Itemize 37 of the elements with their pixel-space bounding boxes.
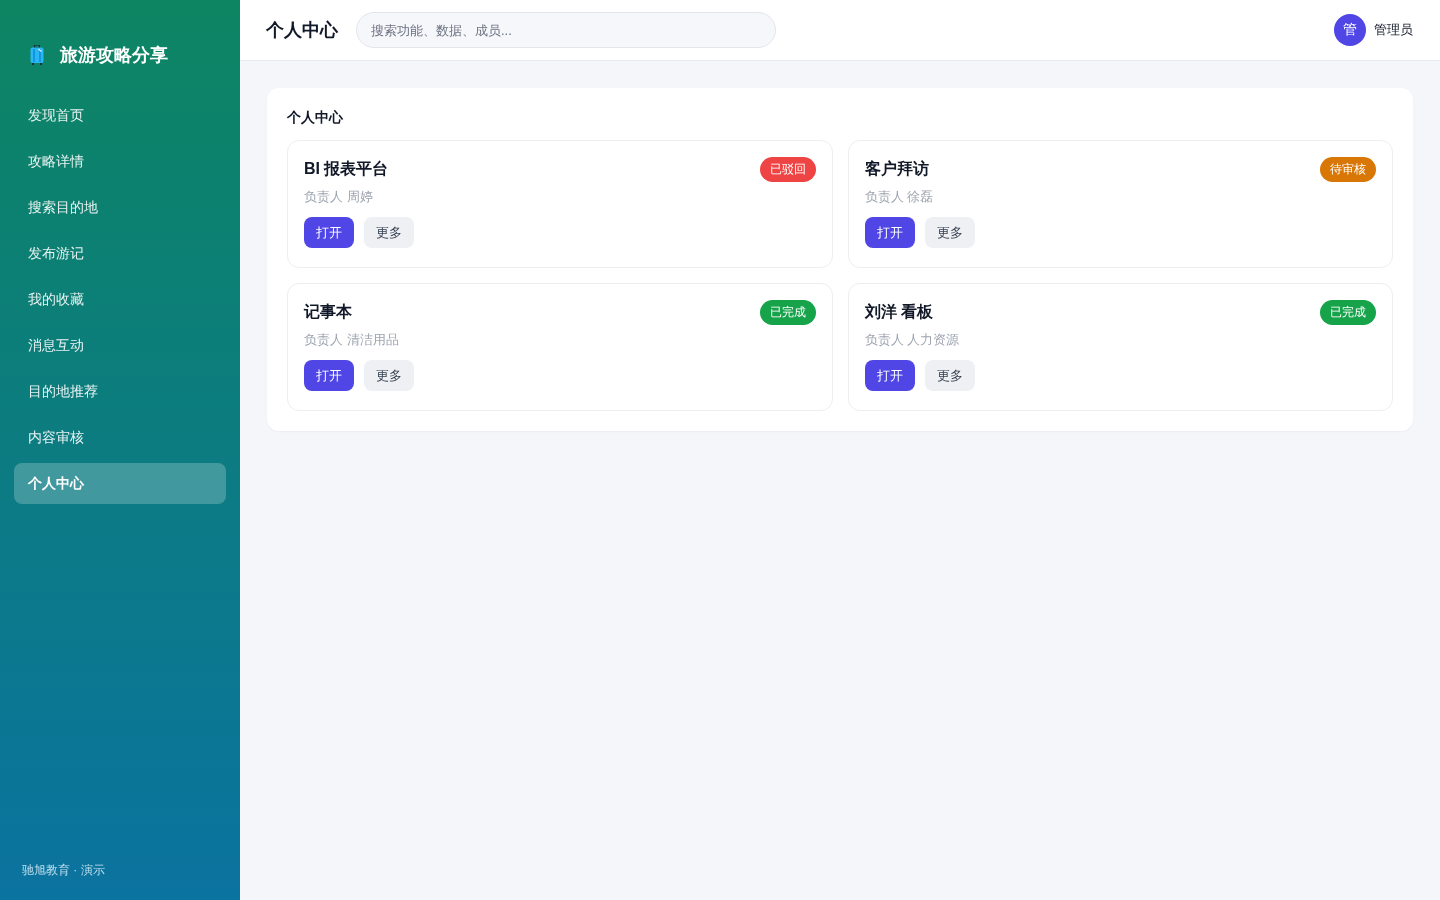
nav-item[interactable]: 搜索目的地 [14, 187, 226, 228]
owner-text: 负责人 人力资源 [864, 331, 960, 349]
open-button[interactable]: 打开 [304, 360, 354, 391]
status-badge: 待审核 [1320, 157, 1376, 182]
more-button[interactable]: 更多 [364, 360, 414, 391]
footer-text: 驰旭教育 · 演示 [21, 862, 106, 879]
status-badge: 已驳回 [759, 157, 816, 182]
card-title: 客户拜访 [864, 159, 929, 179]
more-button[interactable]: 更多 [924, 217, 975, 248]
owner-text: 负责人 周婷 [304, 188, 373, 206]
nav-item[interactable]: 内容审核 [14, 417, 226, 458]
nav-item[interactable]: 目的地推荐 [14, 371, 226, 412]
owner-text: 负责人 徐磊 [864, 188, 934, 206]
nav-item[interactable]: 我的收藏 [14, 279, 226, 320]
suitcase-icon [30, 45, 44, 65]
card-title: 记事本 [304, 302, 352, 322]
status-badge: 已完成 [759, 300, 816, 325]
open-button[interactable]: 打开 [864, 217, 915, 248]
owner-text: 负责人 清洁用品 [304, 331, 399, 349]
card-title: 刘洋 看板 [864, 302, 933, 322]
open-button[interactable]: 打开 [864, 360, 915, 391]
nav-item[interactable]: 消息互动 [14, 325, 226, 366]
panel-title: 个人中心 [287, 108, 343, 126]
app-title: 旅游攻略分享 [60, 44, 168, 66]
nav-item[interactable]: 发现首页 [14, 95, 226, 136]
nav-item[interactable]: 攻略详情 [14, 141, 226, 182]
more-button[interactable]: 更多 [924, 360, 975, 391]
nav-item[interactable]: 个人中心 [14, 463, 226, 504]
page-title: 个人中心 [266, 19, 338, 42]
nav-item[interactable]: 发布游记 [14, 233, 226, 274]
user-avatar[interactable]: 管 [1334, 14, 1366, 46]
search-field[interactable]: 搜索功能、数据、成员... [356, 12, 776, 48]
more-button[interactable]: 更多 [364, 217, 414, 248]
open-button[interactable]: 打开 [304, 217, 354, 248]
status-badge: 已完成 [1320, 300, 1376, 325]
card-title: BI 报表平台 [304, 159, 389, 179]
user-name: 管理员 [1374, 21, 1413, 39]
